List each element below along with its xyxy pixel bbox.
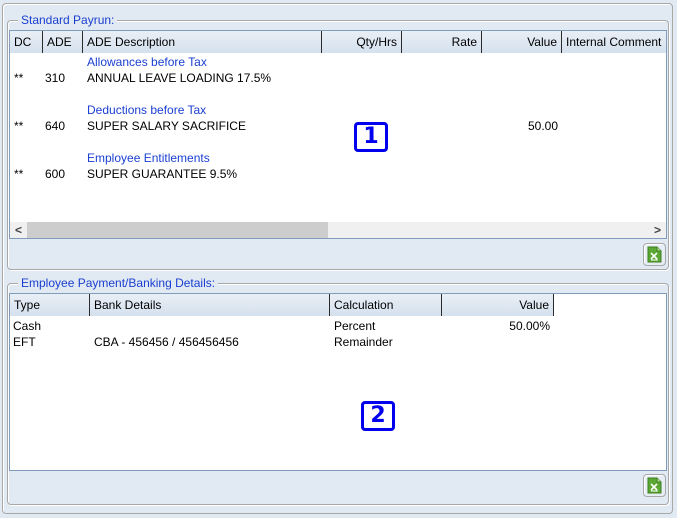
column-header-ade[interactable]: ADE [43,31,83,53]
column-header-rate[interactable]: Rate [402,31,482,53]
export-to-excel-button[interactable] [643,243,666,266]
table-row[interactable]: ** 600 SUPER GUARANTEE 9.5% [10,166,666,182]
column-header-calculation[interactable]: Calculation [330,294,442,316]
cell-value [482,70,562,86]
cell-comment [562,118,666,134]
cell-qty [322,70,402,86]
cell-value: 50.00 [527,119,558,133]
banking-details-grid[interactable]: Type Bank Details Calculation Value Cash… [9,293,667,471]
table-row[interactable]: ** 310 ANNUAL LEAVE LOADING 17.5% [10,70,666,86]
standard-payrun-grid[interactable]: DC ADE ADE Description Qty/Hrs Rate Valu… [9,30,667,239]
cell-comment [562,70,666,86]
cell-value [482,166,562,182]
scroll-right-button[interactable]: > [649,222,666,238]
cell-type: Cash [13,319,42,333]
column-header-bank-details[interactable]: Bank Details [90,294,330,316]
scroll-left-button[interactable]: < [10,222,27,238]
excel-export-icon [647,246,662,263]
column-header-value[interactable]: Value [442,294,554,316]
annotation-marker-1: 1 [354,122,388,152]
horizontal-scrollbar[interactable]: < > [10,222,666,238]
column-header-internal-comment[interactable]: Internal Comment [562,31,666,53]
scrollbar-thumb[interactable] [27,222,328,238]
group-title: Deductions before Tax [87,103,207,117]
column-header-type[interactable]: Type [10,294,90,316]
cell-comment [562,166,666,182]
cell-bank-details [90,318,330,334]
cell-bank-details: CBA - 456456 / 456456456 [94,335,239,349]
column-header-dc[interactable]: DC [10,31,43,53]
cell-calculation: Remainder [334,335,393,349]
table-row[interactable]: EFT CBA - 456456 / 456456456 Remainder [10,334,554,350]
cell-description: SUPER SALARY SACRIFICE [87,119,246,133]
group-title: Allowances before Tax [87,55,207,69]
table-row[interactable]: Cash Percent 50.00% [10,318,554,334]
export-to-excel-button[interactable] [643,474,666,497]
cell-dc: ** [14,167,24,181]
cell-dc: ** [14,71,24,85]
cell-rate [402,70,482,86]
cell-ade: 640 [45,119,66,133]
standard-payrun-legend: Standard Payrun: [18,13,118,27]
cell-description: SUPER GUARANTEE 9.5% [87,167,238,181]
annotation-marker-2: 2 [361,401,395,431]
column-header-ade-description[interactable]: ADE Description [83,31,322,53]
cell-dc: ** [14,119,24,133]
group-title: Employee Entitlements [87,151,210,165]
cell-rate [402,166,482,182]
standard-payrun-header: DC ADE ADE Description Qty/Hrs Rate Valu… [10,31,666,53]
group-header-row: Allowances before Tax [10,54,322,70]
banking-details-legend: Employee Payment/Banking Details: [18,276,219,290]
cell-ade: 310 [45,71,66,85]
cell-value [442,334,554,350]
group-header-row: Employee Entitlements [10,150,322,166]
cell-qty [322,166,402,182]
column-header-qty-hrs[interactable]: Qty/Hrs [322,31,402,53]
table-row[interactable]: ** 640 SUPER SALARY SACRIFICE 50.00 [10,118,666,134]
cell-type: EFT [13,335,36,349]
cell-ade: 600 [45,167,66,181]
group-header-row: Deductions before Tax [10,102,322,118]
column-header-value[interactable]: Value [482,31,562,53]
cell-description: ANNUAL LEAVE LOADING 17.5% [87,71,272,85]
cell-rate [402,118,482,134]
cell-value: 50.00% [509,319,550,333]
excel-export-icon [647,477,662,494]
banking-details-header: Type Bank Details Calculation Value [10,294,554,316]
cell-calculation: Percent [334,319,376,333]
